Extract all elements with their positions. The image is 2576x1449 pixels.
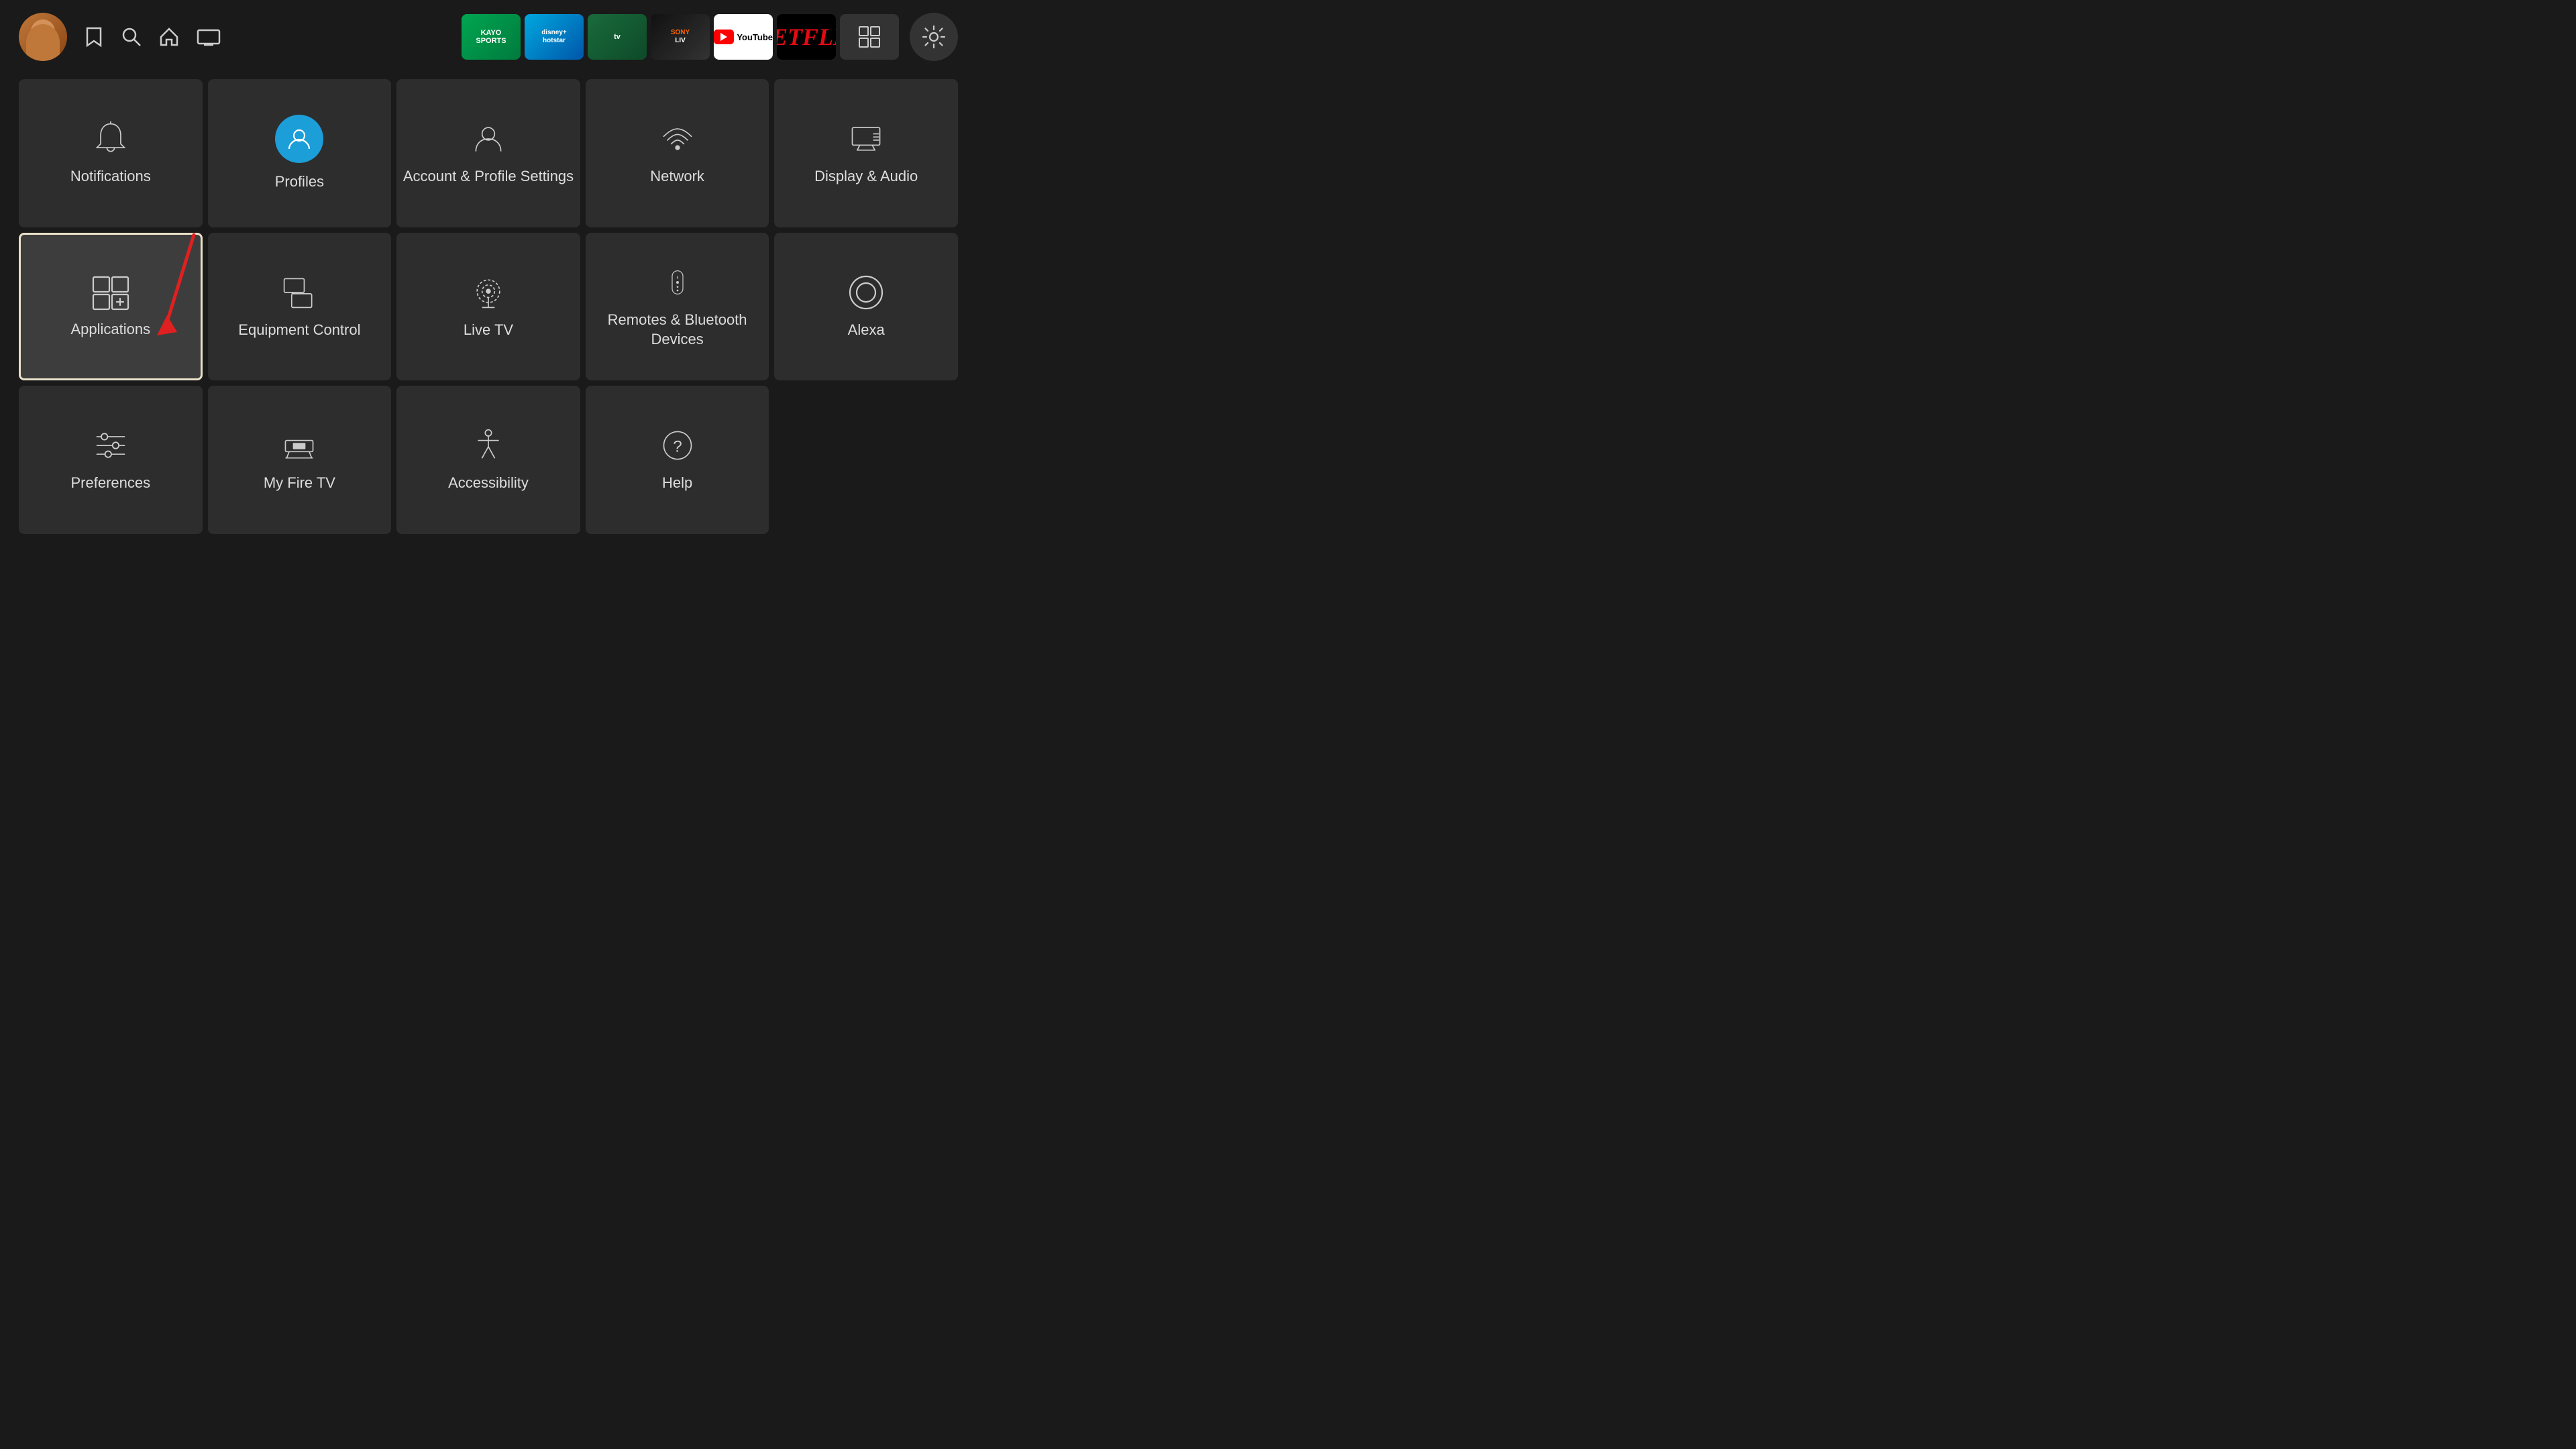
app-kayo[interactable]: KAYOSPORTS xyxy=(462,14,521,60)
wifi-icon xyxy=(659,120,696,158)
remotes-label: Remotes & Bluetooth Devices xyxy=(586,311,769,349)
remote-icon xyxy=(664,264,691,301)
sliders-icon xyxy=(92,427,129,464)
app-youtube[interactable]: YouTube xyxy=(714,14,773,60)
applications-label: Applications xyxy=(70,320,150,339)
grid-item-display-audio[interactable]: Display & Audio xyxy=(774,79,958,227)
grid-item-my-fire-tv[interactable]: My Fire TV xyxy=(208,386,392,534)
home-icon[interactable] xyxy=(158,26,180,48)
display-icon xyxy=(847,120,885,158)
grid-item-preferences[interactable]: Preferences xyxy=(19,386,203,534)
live-tv-label: Live TV xyxy=(464,321,513,340)
avatar[interactable] xyxy=(19,13,67,61)
account-icon xyxy=(470,120,507,158)
equipment-label: Equipment Control xyxy=(238,321,360,340)
app-grid-tile[interactable] xyxy=(840,14,899,60)
profile-icon xyxy=(275,115,323,163)
alexa-icon xyxy=(847,274,885,311)
grid-item-alexa[interactable]: Alexa xyxy=(774,233,958,381)
tv-icon[interactable] xyxy=(196,26,221,48)
grid-item-applications[interactable]: Applications xyxy=(19,233,203,381)
app-shortcuts: KAYOSPORTS disney+hotstar tv SONYLIV You… xyxy=(462,14,899,60)
top-bar: KAYOSPORTS disney+hotstar tv SONYLIV You… xyxy=(0,0,977,74)
grid-item-remotes[interactable]: Remotes & Bluetooth Devices xyxy=(586,233,769,381)
search-icon[interactable] xyxy=(121,26,142,48)
preferences-label: Preferences xyxy=(70,474,150,493)
grid-item-help[interactable]: ? Help xyxy=(586,386,769,534)
profiles-label: Profiles xyxy=(275,172,324,192)
help-icon: ? xyxy=(659,427,696,464)
display-audio-label: Display & Audio xyxy=(814,167,918,186)
account-label: Account & Profile Settings xyxy=(403,167,574,186)
settings-grid: Notifications Profiles Account & Profile… xyxy=(0,74,977,547)
grid-item-notifications[interactable]: Notifications xyxy=(19,79,203,227)
grid-item-profiles[interactable]: Profiles xyxy=(208,79,392,227)
grid-item-accessibility[interactable]: Accessibility xyxy=(396,386,580,534)
accessibility-icon xyxy=(470,427,507,464)
grid-item-account[interactable]: Account & Profile Settings xyxy=(396,79,580,227)
help-label: Help xyxy=(662,474,692,493)
settings-button[interactable] xyxy=(910,13,958,61)
svg-text:?: ? xyxy=(673,438,682,456)
my-fire-tv-label: My Fire TV xyxy=(264,474,335,493)
network-label: Network xyxy=(650,167,704,186)
antenna-icon xyxy=(470,274,507,311)
app-britbox[interactable]: tv xyxy=(588,14,647,60)
app-sonyliv[interactable]: SONYLIV xyxy=(651,14,710,60)
accessibility-label: Accessibility xyxy=(448,474,529,493)
firetv-icon xyxy=(280,427,318,464)
grid-item-network[interactable]: Network xyxy=(586,79,769,227)
nav-icons xyxy=(83,25,221,48)
bell-icon xyxy=(92,120,129,158)
monitor-icon xyxy=(280,274,318,311)
alexa-label: Alexa xyxy=(848,321,885,340)
bookmark-icon[interactable] xyxy=(83,25,105,48)
empty-cell xyxy=(774,386,958,534)
app-hotstar[interactable]: disney+hotstar xyxy=(525,14,584,60)
notifications-label: Notifications xyxy=(70,167,151,186)
grid-item-equipment[interactable]: Equipment Control xyxy=(208,233,392,381)
grid-item-live-tv[interactable]: Live TV xyxy=(396,233,580,381)
apps-icon xyxy=(91,274,131,311)
app-netflix[interactable]: NETFLIX xyxy=(777,14,836,60)
